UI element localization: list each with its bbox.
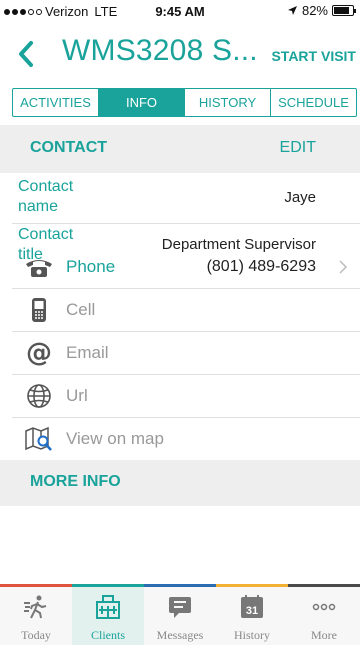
chevron-left-icon bbox=[19, 41, 33, 67]
nav-header: WMS3208 S... START VISIT bbox=[0, 22, 360, 84]
tabbar-today-label: Today bbox=[21, 628, 51, 642]
tabbar-history-label: History bbox=[234, 628, 270, 642]
back-button[interactable] bbox=[14, 38, 38, 70]
building-icon bbox=[95, 594, 121, 620]
telephone-icon bbox=[24, 253, 54, 281]
tabbar-messages[interactable]: Messages bbox=[144, 587, 216, 645]
tab-activities[interactable]: ACTIVITIES bbox=[13, 89, 99, 116]
url-label: Url bbox=[66, 386, 88, 405]
at-sign-icon: @ bbox=[26, 338, 52, 368]
tab-info[interactable]: INFO bbox=[99, 89, 185, 116]
url-row[interactable]: Url bbox=[0, 375, 360, 417]
cell-label: Cell bbox=[66, 300, 96, 319]
tabbar-history[interactable]: 31 History bbox=[216, 587, 288, 645]
more-info-title: MORE INFO bbox=[30, 473, 121, 490]
map-label: View on map bbox=[66, 429, 164, 448]
more-info-section-header[interactable]: MORE INFO bbox=[0, 460, 360, 506]
tab-history[interactable]: HISTORY bbox=[185, 89, 271, 116]
contact-section-header: CONTACT EDIT bbox=[0, 125, 360, 173]
battery-area: 82% bbox=[287, 3, 356, 18]
map-search-icon bbox=[24, 425, 54, 453]
chat-bubble-icon bbox=[167, 594, 193, 620]
tabbar-clients-label: Clients bbox=[90, 628, 125, 642]
tabbar-more[interactable]: More bbox=[288, 587, 360, 645]
map-row[interactable]: View on map bbox=[0, 418, 360, 460]
phone-label: Phone bbox=[66, 257, 116, 276]
segment-tabs: ACTIVITIES INFO HISTORY SCHEDULE bbox=[12, 88, 357, 117]
location-arrow-icon bbox=[287, 6, 297, 15]
cell-row[interactable]: Cell bbox=[0, 289, 360, 331]
chevron-right-icon bbox=[339, 260, 348, 274]
tabbar-today[interactable]: Today bbox=[0, 587, 72, 645]
tab-schedule[interactable]: SCHEDULE bbox=[271, 89, 356, 116]
start-visit-button[interactable]: START VISIT bbox=[271, 48, 356, 64]
calendar-icon: 31 bbox=[239, 594, 265, 620]
globe-icon bbox=[24, 382, 54, 410]
cellphone-icon bbox=[24, 296, 54, 324]
email-row[interactable]: @ Email bbox=[0, 332, 360, 374]
walking-person-icon bbox=[23, 594, 49, 620]
phone-row[interactable]: Phone (801) 489-6293 bbox=[0, 246, 360, 288]
contact-name-row[interactable]: Contact name Jaye bbox=[0, 173, 360, 223]
bottom-tab-bar: Today Clients Messages 31 History More bbox=[0, 587, 360, 645]
tabbar-more-label: More bbox=[311, 628, 337, 642]
contact-section-title: CONTACT bbox=[30, 139, 108, 156]
more-dots-icon bbox=[311, 594, 337, 620]
battery-percent: 82% bbox=[301, 3, 328, 18]
email-label: Email bbox=[66, 343, 109, 362]
contact-name-label: Contact name bbox=[18, 178, 74, 215]
calendar-badge-text: 31 bbox=[246, 605, 258, 617]
edit-button[interactable]: EDIT bbox=[280, 139, 316, 157]
status-bar: Verizon LTE 9:45 AM 82% bbox=[0, 0, 360, 22]
page-title: WMS3208 S... bbox=[62, 34, 258, 67]
tabbar-clients[interactable]: Clients bbox=[72, 587, 144, 645]
battery-icon bbox=[332, 5, 356, 16]
contact-name-value: Jaye bbox=[284, 189, 316, 206]
phone-value: (801) 489-6293 bbox=[206, 258, 316, 275]
tabbar-messages-label: Messages bbox=[156, 628, 204, 642]
